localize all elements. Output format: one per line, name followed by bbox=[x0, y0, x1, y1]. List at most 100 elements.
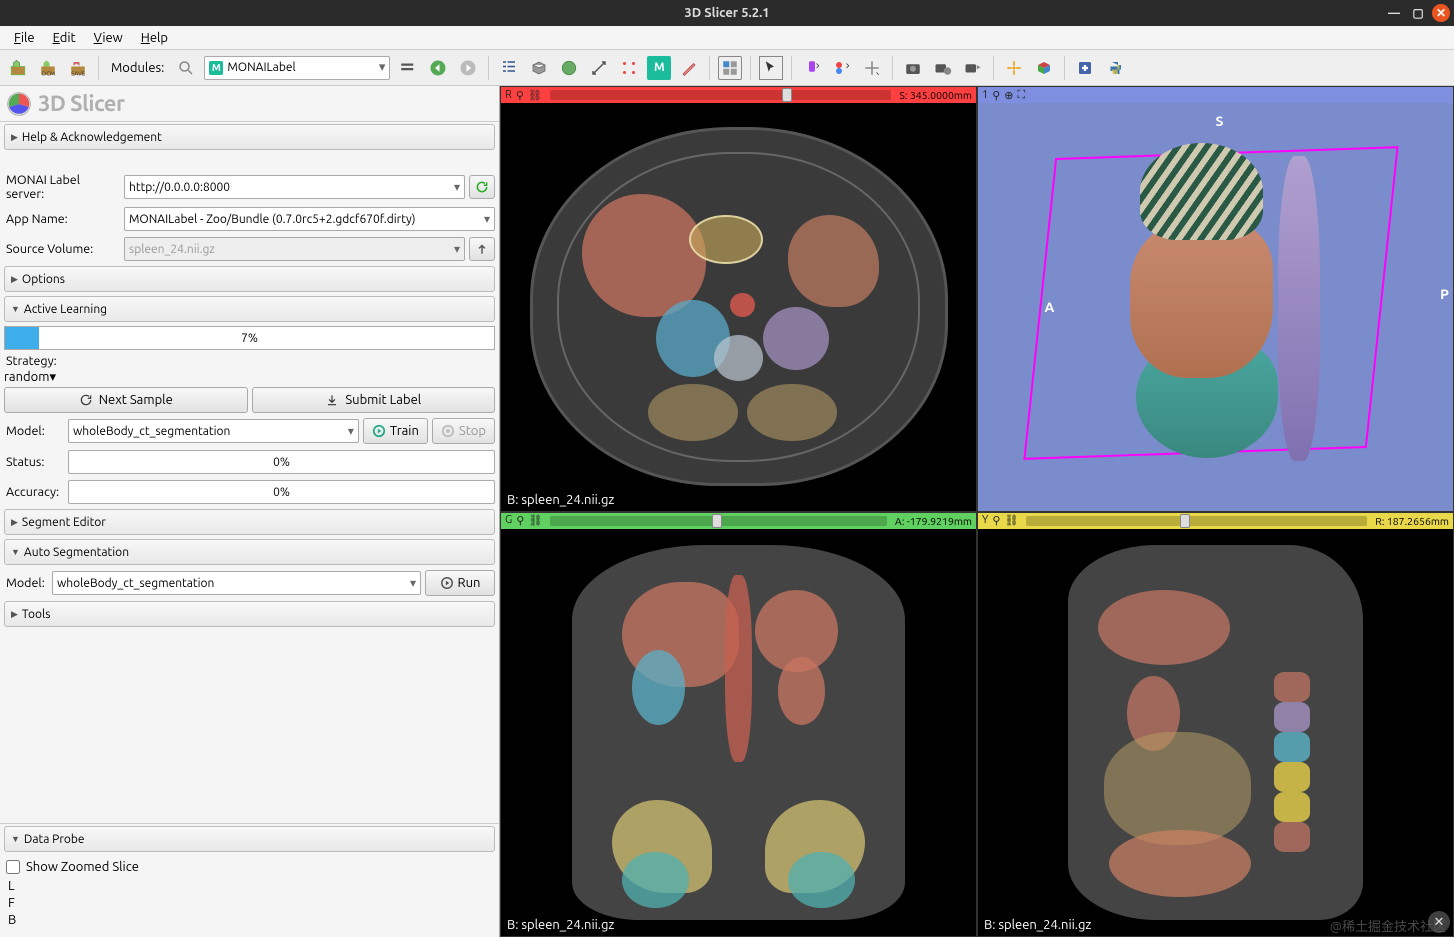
separator bbox=[1064, 56, 1065, 80]
viewer-layout: R⚲⛓ S: 345.0000mm B: spleen_24.nii.gz 1⚲… bbox=[500, 86, 1454, 937]
chevron-down-icon: ▾ bbox=[410, 576, 416, 590]
pin-icon[interactable]: ⚲ bbox=[992, 89, 1000, 102]
model-label: Model: bbox=[4, 424, 64, 438]
sourcevol-label: Source Volume: bbox=[4, 242, 120, 256]
cursor-icon[interactable] bbox=[759, 56, 783, 80]
train-button[interactable]: Train bbox=[363, 418, 428, 444]
probe-F: F bbox=[8, 895, 495, 912]
strategy-select[interactable]: random▾ bbox=[4, 370, 495, 385]
pin-icon[interactable]: ⚲ bbox=[516, 89, 524, 102]
upload-button[interactable] bbox=[469, 237, 495, 261]
server-input[interactable]: http://0.0.0.0:8000▾ bbox=[124, 175, 465, 199]
chevron-down-icon: ▾ bbox=[49, 370, 56, 384]
section-active-learning[interactable]: ▼Active Learning bbox=[4, 296, 495, 322]
monai-module-icon[interactable]: M bbox=[647, 56, 671, 80]
transforms-icon[interactable] bbox=[587, 56, 611, 80]
screen-capture-icon[interactable] bbox=[931, 56, 955, 80]
slice-slider-green[interactable] bbox=[550, 516, 886, 526]
accuracy-label: Accuracy: bbox=[4, 485, 64, 499]
slice-view-red[interactable]: R⚲⛓ S: 345.0000mm B: spleen_24.nii.gz bbox=[500, 86, 977, 512]
segment-editor-icon[interactable] bbox=[677, 56, 701, 80]
module-selector[interactable]: M MONAILabel ▾ bbox=[204, 56, 390, 80]
pane-tag: 1 bbox=[982, 89, 988, 102]
pane-tag: G bbox=[505, 514, 512, 527]
pane-tag: Y bbox=[982, 514, 988, 527]
module-history-button[interactable] bbox=[396, 56, 420, 80]
menu-view[interactable]: View bbox=[86, 29, 131, 47]
next-sample-button[interactable]: Next Sample bbox=[4, 387, 248, 413]
volume-rendering-icon[interactable] bbox=[527, 56, 551, 80]
probe-B: B bbox=[8, 912, 495, 929]
axial-slice bbox=[530, 127, 948, 486]
chevron-down-icon: ▾ bbox=[454, 180, 460, 194]
run-button[interactable]: Run bbox=[425, 570, 495, 596]
maximize-button[interactable]: ▢ bbox=[1408, 4, 1428, 22]
link-icon[interactable]: ⛓ bbox=[528, 89, 542, 102]
section-segment-editor[interactable]: ▶Segment Editor bbox=[4, 509, 495, 535]
globe-icon[interactable] bbox=[557, 56, 581, 80]
window-title: 3D Slicer 5.2.1 bbox=[684, 6, 769, 20]
show-zoomed-checkbox[interactable] bbox=[6, 860, 20, 874]
menu-help[interactable]: Help bbox=[133, 29, 176, 47]
scene-tree-icon[interactable] bbox=[497, 56, 521, 80]
extensions-icon[interactable] bbox=[1073, 56, 1097, 80]
crosshair-toggle-icon[interactable] bbox=[830, 56, 854, 80]
separator bbox=[488, 56, 489, 80]
section-data-probe[interactable]: ▼Data Probe bbox=[4, 826, 495, 852]
axis-S: S bbox=[1216, 113, 1224, 129]
link-icon[interactable]: ⛓ bbox=[1004, 514, 1018, 527]
submit-label-button[interactable]: Submit Label bbox=[252, 387, 496, 413]
python-icon[interactable] bbox=[1103, 56, 1127, 80]
load-data-button[interactable] bbox=[6, 56, 30, 80]
minimize-button[interactable]: — bbox=[1384, 4, 1404, 22]
nav-back-button[interactable] bbox=[426, 56, 450, 80]
separator bbox=[709, 56, 710, 80]
section-options[interactable]: ▶Options bbox=[4, 266, 495, 292]
segmentation-3d bbox=[1121, 136, 1311, 482]
threed-view[interactable]: 1⚲⊕⛶ S A P bbox=[977, 86, 1454, 512]
auto-model-select[interactable]: wholeBody_ct_segmentation▾ bbox=[52, 571, 421, 595]
model-select[interactable]: wholeBody_ct_segmentation▾ bbox=[68, 419, 359, 443]
scene-view-icon[interactable] bbox=[961, 56, 985, 80]
section-help[interactable]: ▶Help & Acknowledgement bbox=[4, 124, 495, 150]
appname-label: App Name: bbox=[4, 212, 120, 226]
refresh-button[interactable] bbox=[469, 175, 495, 199]
close-button[interactable]: ✕ bbox=[1432, 4, 1450, 22]
pin-icon[interactable]: ⚲ bbox=[992, 514, 1000, 527]
section-tools[interactable]: ▶Tools bbox=[4, 601, 495, 627]
appname-select[interactable]: MONAILabel - Zoo/Bundle (0.7.0rc5+2.gdcf… bbox=[124, 207, 495, 231]
load-dicom-button[interactable]: DCM bbox=[36, 56, 60, 80]
volume-cube-icon[interactable] bbox=[1032, 56, 1056, 80]
markups-icon[interactable] bbox=[617, 56, 641, 80]
module-search-icon[interactable] bbox=[174, 56, 198, 80]
fiducial-icon[interactable] bbox=[800, 56, 824, 80]
menu-file[interactable]: File bbox=[6, 29, 43, 47]
sourcevol-select[interactable]: spleen_24.nii.gz▾ bbox=[124, 237, 465, 261]
separator bbox=[750, 56, 751, 80]
center-icon[interactable]: ⊕ bbox=[1004, 89, 1013, 102]
nav-forward-button[interactable] bbox=[456, 56, 480, 80]
chevron-down-icon: ▾ bbox=[375, 60, 386, 75]
pin-icon[interactable]: ⚲ bbox=[516, 514, 524, 527]
pane-tag: R bbox=[505, 89, 512, 102]
auto-model-label: Model: bbox=[4, 576, 48, 590]
menu-edit[interactable]: Edit bbox=[45, 29, 84, 47]
crosshair-icon[interactable] bbox=[1002, 56, 1026, 80]
screenshot-icon[interactable] bbox=[901, 56, 925, 80]
maximize-icon[interactable]: ⛶ bbox=[1018, 89, 1026, 102]
sagittal-slice bbox=[1068, 545, 1363, 920]
slice-intersection-icon[interactable] bbox=[860, 56, 884, 80]
stop-button[interactable]: Stop bbox=[432, 418, 495, 444]
section-auto-segmentation[interactable]: ▼Auto Segmentation bbox=[4, 539, 495, 565]
save-button[interactable]: SAVE bbox=[66, 56, 90, 80]
slice-view-yellow[interactable]: Y⚲⛓ R: 187.2656mm B: spleen_24.nii.gz bbox=[977, 512, 1454, 937]
slice-slider-yellow[interactable] bbox=[1026, 516, 1367, 526]
titlebar: 3D Slicer 5.2.1 — ▢ ✕ bbox=[0, 0, 1454, 26]
link-icon[interactable]: ⛓ bbox=[528, 514, 542, 527]
slice-slider-red[interactable] bbox=[550, 90, 891, 100]
active-learning-progress: 7% bbox=[4, 326, 495, 350]
separator bbox=[993, 56, 994, 80]
layout-button[interactable] bbox=[718, 56, 742, 80]
overlay-close-icon[interactable]: ✕ bbox=[1428, 911, 1450, 933]
slice-view-green[interactable]: G⚲⛓ A: -179.9219mm B: spleen_24.nii.gz bbox=[500, 512, 977, 937]
